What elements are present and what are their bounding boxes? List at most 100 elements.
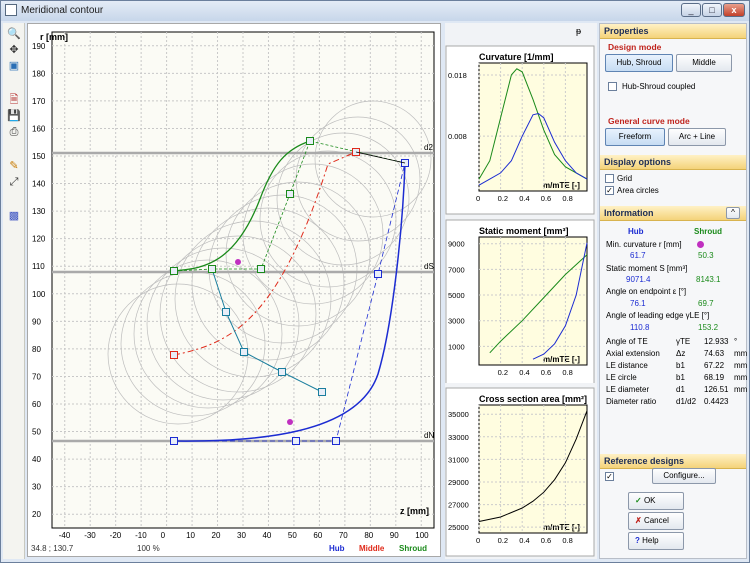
control-point[interactable]: [240, 348, 248, 356]
info-row-label: LE distance: [606, 361, 648, 370]
y-tick: 160: [32, 124, 46, 133]
x-tick: 20: [212, 531, 221, 540]
pan-icon[interactable]: ✥: [7, 43, 21, 57]
area-circles-checkbox[interactable]: ✓: [605, 186, 614, 195]
left-toolbar: 🔍 ✥ ▣ 🗎 💾 ⎙ ✎ ⤢ ▩: [3, 23, 25, 559]
export-icon[interactable]: ✎: [7, 159, 21, 173]
control-point[interactable]: [332, 437, 340, 445]
minimize-button[interactable]: _: [681, 3, 701, 17]
print-icon[interactable]: ⎙: [7, 125, 21, 139]
x-tick: 60: [313, 531, 322, 540]
save-icon[interactable]: 💾: [7, 109, 21, 123]
hub-shroud-button[interactable]: Hub, Shroud: [605, 54, 673, 72]
chart-x-tick: 0.6: [541, 368, 551, 377]
middle-label: Middle: [692, 58, 716, 67]
y-tick: 40: [32, 455, 41, 464]
chart-y-tick: 7000: [448, 265, 465, 274]
y-tick: 60: [32, 400, 41, 409]
control-point[interactable]: [278, 368, 286, 376]
coupled-checkbox[interactable]: [608, 82, 617, 91]
info-row-label: Diameter ratio: [606, 397, 657, 406]
x-tick: 70: [339, 531, 348, 540]
control-point[interactable]: [292, 437, 300, 445]
pin-icon[interactable]: ᵽ: [576, 26, 581, 36]
x-tick: -20: [110, 531, 122, 540]
chart-x-tick: 0.2: [498, 368, 508, 377]
ok-button[interactable]: ✓ OK: [628, 492, 684, 510]
info-row-val: 126.51: [704, 385, 729, 394]
collapse-button[interactable]: ^: [726, 207, 740, 219]
chart-xlabel: m/mTE [-]: [543, 355, 580, 364]
chart-y-tick: 25000: [448, 523, 469, 532]
freeform-button[interactable]: Freeform: [605, 128, 665, 146]
info-row-val: 12.933: [704, 337, 729, 346]
angle-end-shroud: 69.7: [698, 299, 714, 308]
chart-x-tick: 0.2: [498, 194, 508, 203]
info-row-label: Axial extension: [606, 349, 660, 358]
help-label: Help: [642, 536, 659, 545]
control-point[interactable]: [286, 190, 294, 198]
arc-line-label: Arc + Line: [678, 132, 716, 141]
chart-y-tick: 35000: [448, 410, 469, 419]
y-tick: 180: [32, 69, 46, 78]
control-point[interactable]: [170, 351, 178, 359]
chart-xlabel: m/mTE [-]: [543, 181, 580, 190]
arrows-icon[interactable]: ⤢: [7, 175, 21, 189]
help-button[interactable]: ? Help: [628, 532, 684, 550]
control-point[interactable]: [222, 308, 230, 316]
info-row-sym: Δz: [676, 349, 686, 358]
chart-x-tick: 0: [476, 194, 480, 203]
open-icon[interactable]: 🗎: [7, 93, 21, 107]
y-tick: 90: [32, 317, 41, 326]
chart-y-tick: 0.018: [448, 71, 467, 80]
min-curvature-marker: [235, 259, 241, 265]
min-curvature-marker: [287, 419, 293, 425]
configure-button[interactable]: Configure...: [652, 468, 716, 484]
legend-hub: Hub: [329, 544, 345, 553]
magnify-icon[interactable]: 🔍: [7, 27, 21, 41]
maximize-button[interactable]: □: [702, 3, 722, 17]
y-tick: 80: [32, 345, 41, 354]
control-point[interactable]: [170, 437, 178, 445]
curvature-chart: Curvature [1/mm] m/mTE [-] 0 0.2 0.4 0.6 0.8 0.…: [445, 45, 595, 215]
chart-y-tick: 3000: [448, 317, 465, 326]
control-point[interactable]: [257, 265, 265, 273]
control-point[interactable]: [306, 137, 314, 145]
chart-y-tick: 9000: [448, 240, 465, 249]
control-point[interactable]: [170, 267, 178, 275]
y-tick-labels: 20 30 40 50 60 70 80 90 100 110 120 130 140 150 160 170…: [32, 42, 46, 519]
info-col-shroud: Shroud: [694, 227, 722, 236]
information-header: Information: [600, 206, 746, 221]
side-charts: ᵽ Curvature [1/mm] m/mTE [-] 0 0.2 0.4 0.6 0.8…: [445, 23, 597, 559]
chart-y-tick: 31000: [448, 455, 469, 464]
ok-label: OK: [643, 496, 656, 505]
y-tick: 140: [32, 180, 46, 189]
control-point[interactable]: [208, 265, 216, 273]
cancel-button[interactable]: ✗ Cancel: [628, 512, 684, 530]
color-icon[interactable]: ▩: [7, 209, 21, 223]
reference-checkbox[interactable]: ✓: [605, 472, 614, 481]
coupled-label: Hub-Shroud coupled: [622, 82, 696, 91]
min-curv-label: Min. curvature r [mm]: [606, 240, 682, 249]
close-button[interactable]: x: [723, 3, 745, 17]
chart-y-tick: 5000: [448, 291, 465, 300]
arc-line-button[interactable]: Arc + Line: [668, 128, 726, 146]
control-point[interactable]: [318, 388, 326, 396]
info-row-sym: γTE: [676, 337, 691, 346]
y-tick: 150: [32, 152, 46, 161]
chart-x-tick: 0.4: [519, 368, 529, 377]
coords-readout: 34.8 ; 130.7: [31, 544, 74, 553]
legend-middle: Middle: [359, 544, 385, 553]
angle-end-hub: 76.1: [630, 299, 646, 308]
info-row-unit: mm: [734, 385, 748, 394]
middle-button[interactable]: Middle: [676, 54, 732, 72]
x-tick: 0: [161, 531, 166, 540]
x-tick: -30: [84, 531, 96, 540]
fit-icon[interactable]: ▣: [7, 59, 21, 73]
info-row-sym: b1: [676, 361, 685, 370]
grid-checkbox[interactable]: [605, 174, 614, 183]
chart-y-tick: 29000: [448, 478, 469, 487]
meridional-plot[interactable]: 2030405060708090100110120130140150160170…: [28, 24, 440, 542]
chart-x-tick: 0.4: [519, 194, 529, 203]
control-point[interactable]: [374, 270, 382, 278]
